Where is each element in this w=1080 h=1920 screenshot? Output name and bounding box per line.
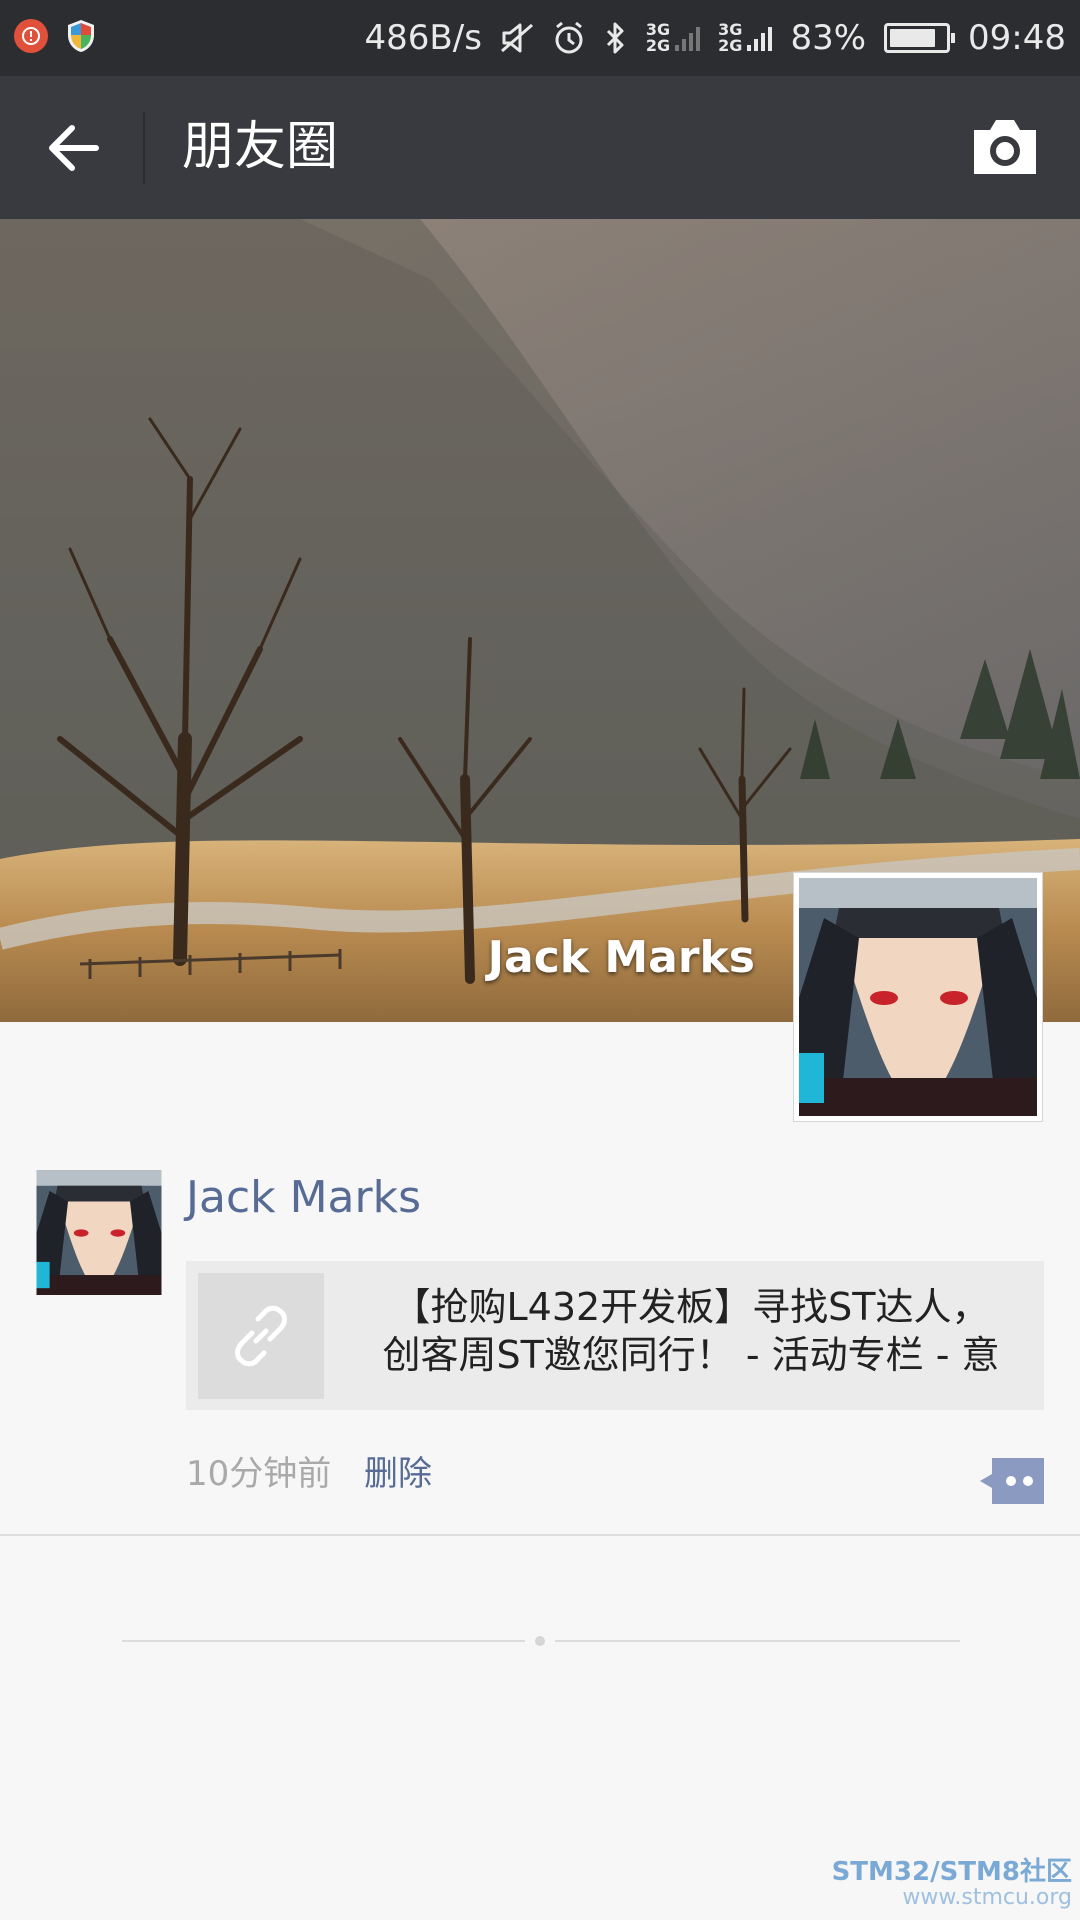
signal-bars-icon — [675, 27, 701, 51]
battery-icon — [884, 23, 956, 53]
bluetooth-icon — [604, 21, 628, 55]
comment-more-icon — [980, 1458, 1044, 1504]
delete-button[interactable]: 删除 — [364, 1446, 432, 1495]
shared-link-card[interactable]: 【抢购L432开发板】寻找ST达人， 创客周ST邀您同行！ - 活动专栏 - 意 — [186, 1261, 1044, 1410]
status-left-icons — [14, 18, 96, 54]
signal-sim2: 3G 2G — [718, 22, 773, 55]
end-of-feed-line-right — [555, 1640, 960, 1642]
signal2-bottom-label: 2G — [718, 36, 743, 55]
signal-sim1: 3G 2G — [645, 22, 701, 55]
link-thumbnail — [198, 1273, 324, 1399]
alarm-icon — [552, 21, 586, 55]
post-author-avatar[interactable] — [36, 1170, 162, 1295]
end-of-feed-line-left — [122, 1640, 525, 1642]
network-speed: 486B/s — [364, 18, 482, 58]
post-divider — [0, 1534, 1080, 1536]
signal-bars-icon — [747, 27, 773, 51]
comment-button[interactable] — [978, 1458, 1044, 1504]
watermark-line1: STM32/STM8社区 — [831, 1857, 1072, 1887]
profile-avatar[interactable] — [793, 872, 1043, 1122]
link-title: 【抢购L432开发板】寻找ST达人， 创客周ST邀您同行！ - 活动专栏 - 意 — [382, 1285, 1000, 1377]
status-bar: 486B/s 3G 2G 3G 2G 83% 09:48 — [0, 0, 1080, 76]
page-title: 朋友圈 — [182, 117, 339, 177]
action-bar-divider — [143, 112, 145, 184]
action-bar: 朋友圈 — [0, 76, 1080, 219]
end-of-feed-dot — [535, 1636, 545, 1646]
post-timestamp: 10分钟前 — [186, 1454, 332, 1494]
status-right-icons: 486B/s 3G 2G 3G 2G 83% 09:48 — [365, 0, 1066, 76]
arrow-left-icon — [49, 125, 99, 171]
camera-icon — [974, 120, 1036, 174]
post-author-name[interactable]: Jack Marks — [186, 1172, 421, 1223]
mute-icon — [500, 21, 534, 55]
security-shield-icon — [66, 18, 96, 54]
camera-button[interactable] — [970, 116, 1040, 180]
signal1-bottom-label: 2G — [645, 36, 671, 55]
battery-fill — [890, 29, 936, 47]
cover-username: Jack Marks — [487, 932, 755, 983]
avatar-image — [36, 1170, 162, 1295]
watermark: STM32/STM8社区 www.stmcu.org — [832, 1858, 1072, 1910]
link-icon — [235, 1305, 287, 1367]
avatar-image — [799, 878, 1037, 1116]
battery-percent: 83% — [790, 18, 867, 58]
clock: 09:48 — [968, 18, 1066, 58]
back-button[interactable] — [38, 118, 108, 178]
notification-alert-icon — [14, 19, 48, 53]
watermark-line2: www.stmcu.org — [902, 1885, 1072, 1910]
